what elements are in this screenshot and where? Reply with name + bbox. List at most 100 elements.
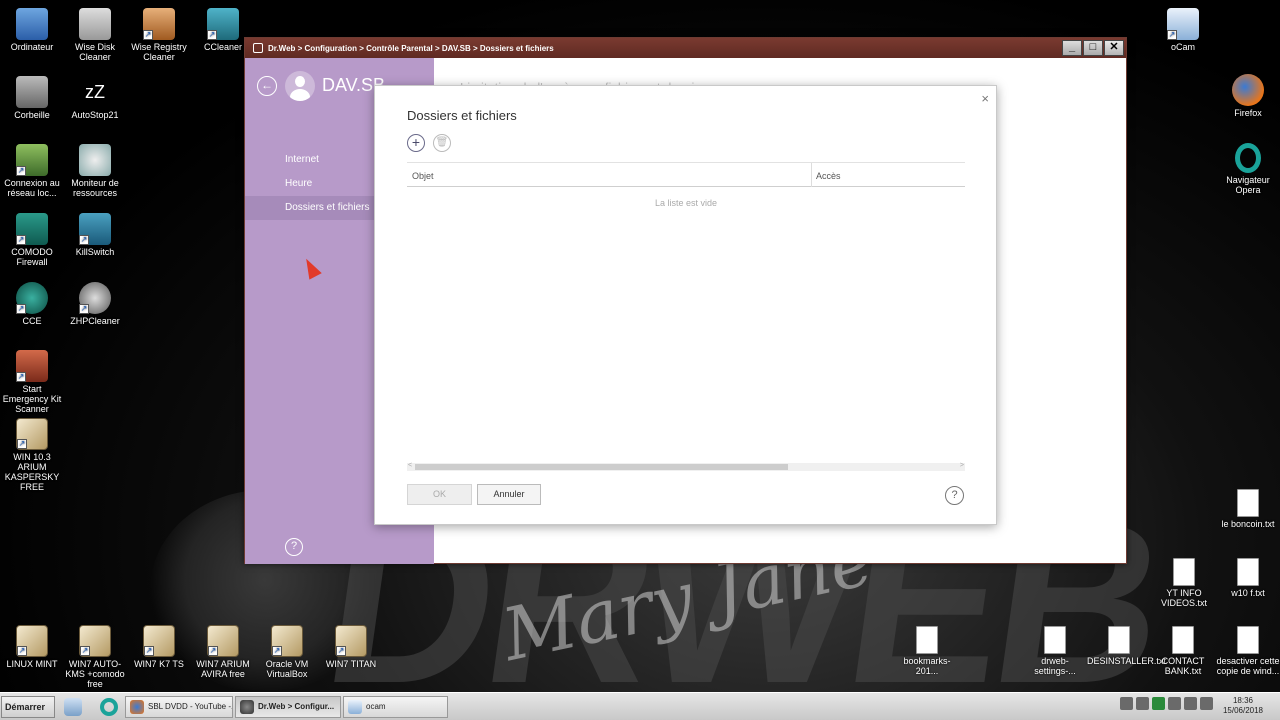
desktop-icon-comodo-firewall[interactable]: ↗ COMODO Firewall <box>0 213 64 267</box>
cancel-button[interactable]: Annuler <box>477 484 541 505</box>
dialog-help-icon[interactable]: ? <box>945 486 964 505</box>
start-button[interactable]: Démarrer <box>1 696 55 718</box>
zhp-icon: ↗ <box>79 282 111 314</box>
gauge-icon <box>79 144 111 176</box>
desktop-icon-cce[interactable]: ↗ CCE <box>0 282 64 326</box>
ok-button[interactable]: OK <box>407 484 472 505</box>
desktop-icon-le-boncoin[interactable]: le boncoin.txt <box>1216 489 1280 529</box>
add-icon[interactable]: + <box>407 134 425 152</box>
tray-volume-icon[interactable] <box>1200 697 1213 710</box>
clock-date: 15/06/2018 <box>1222 706 1264 715</box>
desktop-icon-linux-mint[interactable]: ↗ LINUX MINT <box>0 625 64 669</box>
close-window-button[interactable]: ✕ <box>1104 40 1124 56</box>
desktop-icon-win10-kaspersky[interactable]: ↗ WIN 10.3 ARIUM KASPERSKY FREE <box>0 418 64 492</box>
desktop-icon-opera[interactable]: Navigateur Opera <box>1216 143 1280 195</box>
taskbar-item-drweb[interactable]: Dr.Web > Configur... <box>235 696 341 718</box>
desktop-icon-win7-auto-kms[interactable]: ↗ WIN7 AUTO-KMS +comodo free <box>63 625 127 689</box>
drweb-spider-icon <box>240 700 254 714</box>
help-icon[interactable]: ? <box>285 538 303 556</box>
column-divider[interactable] <box>811 163 812 187</box>
firefox-icon <box>130 700 144 714</box>
network-icon: ↗ <box>16 144 48 176</box>
tray-icon-2[interactable] <box>1136 697 1149 710</box>
desktop-icon-trash[interactable]: Corbeille <box>0 76 64 120</box>
desktop-icon-drweb-settings[interactable]: drweb-settings-... <box>1023 626 1087 676</box>
desktop-icon-resource-monitor[interactable]: Moniteur de ressources <box>63 144 127 198</box>
user-avatar-icon <box>285 71 315 101</box>
opera-icon <box>1235 143 1261 173</box>
desktop-icon-wise-registry-cleaner[interactable]: ↗ Wise Registry Cleaner <box>127 8 191 62</box>
camera-icon: ↗ <box>1167 8 1199 40</box>
tray-network-icon[interactable] <box>1184 697 1197 710</box>
vm-box-icon: ↗ <box>143 625 175 657</box>
scanner-icon: ↗ <box>16 350 48 382</box>
back-arrow-icon[interactable]: ← <box>257 76 277 96</box>
explorer-icon[interactable] <box>64 698 82 716</box>
taskbar: Démarrer SBL DVDD - YouTube -... Dr.Web … <box>0 692 1280 720</box>
vm-box-icon: ↗ <box>207 625 239 657</box>
column-header-access[interactable]: Accès <box>816 171 841 181</box>
text-file-icon <box>1237 489 1259 517</box>
desktop-icon-autostop[interactable]: zZ AutoStop21 <box>63 76 127 120</box>
desktop-icon-killswitch[interactable]: ↗ KillSwitch <box>63 213 127 257</box>
killswitch-icon: ↗ <box>79 213 111 245</box>
taskbar-item-youtube[interactable]: SBL DVDD - YouTube -... <box>125 696 233 718</box>
scroll-left-icon[interactable]: < <box>408 462 412 469</box>
firefox-icon <box>1232 74 1264 106</box>
desktop-icon-emergency-kit[interactable]: ↗ Start Emergency Kit Scanner <box>0 350 64 414</box>
scrollbar-thumb[interactable] <box>415 464 788 470</box>
desktop-icon-ocam[interactable]: ↗ oCam <box>1151 8 1215 52</box>
text-file-icon <box>1108 626 1130 654</box>
desktop-icon-desactiver[interactable]: desactiver cette copie de wind... <box>1216 626 1280 676</box>
window-titlebar[interactable]: Dr.Web > Configuration > Contrôle Parent… <box>245 38 1126 58</box>
vm-box-icon: ↗ <box>16 625 48 657</box>
camera-icon <box>348 700 362 714</box>
desktop-icon-win7-arium-avira[interactable]: ↗ WIN7 ARIUM AVIRA free <box>191 625 255 679</box>
trash-icon <box>16 76 48 108</box>
taskbar-item-ocam[interactable]: ocam <box>343 696 448 718</box>
clock-time: 18:36 <box>1232 696 1254 705</box>
close-icon[interactable]: × <box>981 91 989 106</box>
horizontal-scrollbar[interactable]: < > <box>407 462 965 471</box>
clock[interactable]: 18:36 15/06/2018 <box>1218 696 1268 716</box>
desktop-icon-virtualbox[interactable]: ↗ Oracle VM VirtualBox <box>255 625 319 679</box>
maximize-button[interactable]: □ <box>1083 40 1103 56</box>
tray-icon-1[interactable] <box>1120 697 1133 710</box>
text-file-icon <box>1237 626 1259 654</box>
desktop-icon-contact-bank[interactable]: CONTACT BANK.txt <box>1151 626 1215 676</box>
broom-icon <box>79 8 111 40</box>
vm-box-icon: ↗ <box>79 625 111 657</box>
folders-files-dialog: × Dossiers et fichiers + 🗑 Objet Accès L… <box>374 85 997 525</box>
registry-icon: ↗ <box>143 8 175 40</box>
desktop-icon-zhpcleaner[interactable]: ↗ ZHPCleaner <box>63 282 127 326</box>
desktop-icon-network[interactable]: ↗ Connexion au réseau loc... <box>0 144 64 198</box>
scroll-right-icon[interactable]: > <box>960 462 964 469</box>
desktop-icon-firefox[interactable]: Firefox <box>1216 74 1280 118</box>
desktop-icon-win7-titan[interactable]: ↗ WIN7 TITAN <box>319 625 383 669</box>
desktop-icon-desinstaller[interactable]: DESINSTALLER.txt <box>1087 626 1166 666</box>
text-file-icon <box>1172 626 1194 654</box>
desktop-icon-computer[interactable]: Ordinateur <box>0 8 64 52</box>
opera-icon[interactable] <box>100 698 118 716</box>
tray-shield-icon[interactable] <box>1152 697 1165 710</box>
column-header-object[interactable]: Objet <box>412 171 434 181</box>
text-file-icon <box>1044 626 1066 654</box>
desktop-icon-bookmarks[interactable]: bookmarks-201... <box>895 626 959 676</box>
dialog-title: Dossiers et fichiers <box>407 108 517 123</box>
desktop-icon-w10f[interactable]: w10 f.txt <box>1216 558 1280 598</box>
sleep-icon: zZ <box>85 82 105 102</box>
desktop-icon-yt-info[interactable]: YT INFO VIDEOS.txt <box>1152 558 1216 608</box>
table-header: Objet Accès <box>407 162 965 187</box>
window-title: Dr.Web > Configuration > Contrôle Parent… <box>268 43 554 53</box>
ccleaner-icon: ↗ <box>207 8 239 40</box>
delete-icon[interactable]: 🗑 <box>433 134 451 152</box>
text-file-icon <box>1173 558 1195 586</box>
system-tray <box>1120 697 1213 710</box>
minimize-button[interactable]: _ <box>1062 40 1082 56</box>
empty-list-message: La liste est vide <box>654 198 718 208</box>
desktop-icon-win7-k7[interactable]: ↗ WIN7 K7 TS <box>127 625 191 669</box>
desktop-icon-wise-disk-cleaner[interactable]: Wise Disk Cleaner <box>63 8 127 62</box>
tray-icon-4[interactable] <box>1168 697 1181 710</box>
computer-icon <box>16 8 48 40</box>
comodo-icon: ↗ <box>16 213 48 245</box>
